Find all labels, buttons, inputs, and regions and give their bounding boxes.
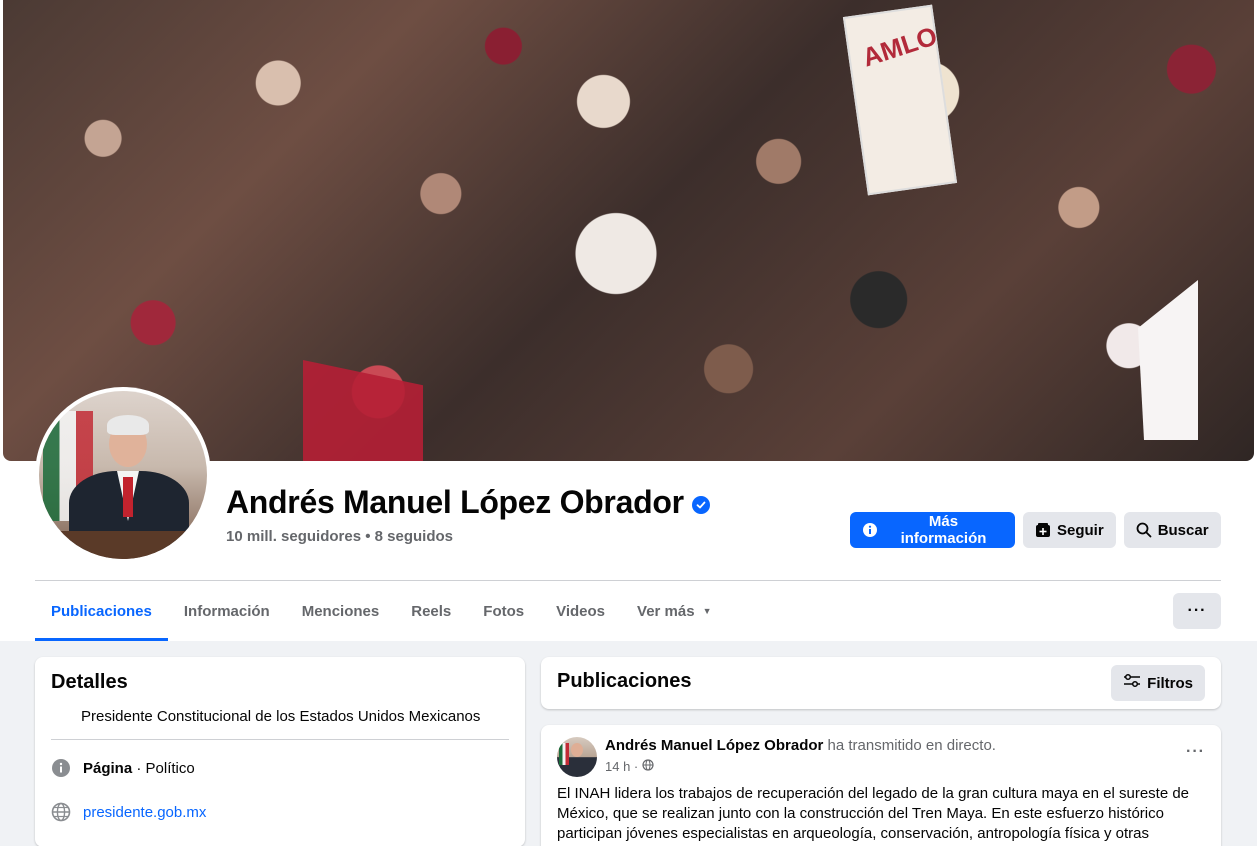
publications-header: Publicaciones Filtros xyxy=(541,657,1221,709)
page-category-row: Página · Político xyxy=(51,758,195,778)
page-label: Página xyxy=(83,759,133,777)
filters-button[interactable]: Filtros xyxy=(1111,665,1205,701)
post-action: ha transmitido en directo. xyxy=(823,737,996,754)
avatar-hair xyxy=(107,415,149,435)
details-description: Presidente Constitucional de los Estados… xyxy=(81,708,481,725)
page-category: · Político xyxy=(132,759,195,777)
details-divider xyxy=(51,739,509,740)
profile-name-row: Andrés Manuel López Obrador xyxy=(226,484,710,521)
verified-badge-icon[interactable] xyxy=(691,495,710,514)
avatar-head xyxy=(571,743,583,757)
tab-label: Información xyxy=(183,602,270,620)
website-row: presidente.gob.mx xyxy=(51,802,206,822)
post-time[interactable]: 14 h · xyxy=(605,759,638,774)
avatar-flag xyxy=(559,743,569,765)
tab-label: Publicaciones xyxy=(51,602,152,620)
tab-publicaciones[interactable]: Publicaciones xyxy=(35,581,168,641)
filter-icon xyxy=(1123,673,1141,693)
cover-sign: AMLO xyxy=(842,4,958,196)
tab-ver-mas[interactable]: Ver más ▼ xyxy=(621,581,727,641)
publications-title: Publicaciones xyxy=(557,670,692,692)
tab-menciones[interactable]: Menciones xyxy=(286,581,396,641)
tab-informacion[interactable]: Información xyxy=(168,581,286,641)
chevron-down-icon: ▼ xyxy=(702,606,712,616)
tab-reels[interactable]: Reels xyxy=(395,581,467,641)
post-text: El INAH lidera los trabajos de recuperac… xyxy=(557,785,1190,842)
website-link[interactable]: presidente.gob.mx xyxy=(83,804,206,821)
cover-flag xyxy=(1138,280,1198,440)
post-more-options-button[interactable]: ··· xyxy=(1186,743,1205,761)
more-options-button[interactable]: ··· xyxy=(1173,593,1221,629)
more-info-label: Más información xyxy=(900,513,987,547)
info-icon xyxy=(862,522,878,538)
cover-sign-text: AMLO xyxy=(858,20,941,73)
tab-videos[interactable]: Videos xyxy=(540,581,621,641)
tab-label: Fotos xyxy=(483,602,525,620)
filters-label: Filtros xyxy=(1147,674,1193,692)
cover-photo[interactable]: AMLO xyxy=(3,0,1254,461)
tab-label: Reels xyxy=(411,602,452,620)
followers-count[interactable]: 10 mill. seguidores • 8 seguidos xyxy=(226,528,453,545)
profile-header: AMLO Andrés Manuel López Obrador 10 mill… xyxy=(0,0,1257,641)
post-author-avatar[interactable] xyxy=(557,737,597,777)
post-author-line: Andrés Manuel López Obrador ha transmiti… xyxy=(605,737,996,754)
tab-label: Menciones xyxy=(301,602,380,620)
profile-tabs: Publicaciones Información Menciones Reel… xyxy=(35,581,728,641)
follow-button[interactable]: Seguir xyxy=(1023,512,1116,548)
post-author-name[interactable]: Andrés Manuel López Obrador xyxy=(605,737,823,754)
follow-label: Seguir xyxy=(1057,521,1104,539)
search-icon xyxy=(1136,522,1152,538)
profile-picture xyxy=(39,391,207,559)
more-info-button[interactable]: Más información xyxy=(850,512,1015,548)
tab-label: Ver más xyxy=(637,602,695,620)
follow-icon xyxy=(1035,522,1051,538)
profile-avatar[interactable] xyxy=(35,387,211,563)
search-button[interactable]: Buscar xyxy=(1123,512,1221,548)
avatar-tie xyxy=(123,477,133,517)
tab-fotos[interactable]: Fotos xyxy=(467,581,540,641)
details-card: Detalles Presidente Constitucional de lo… xyxy=(35,657,525,846)
globe-icon xyxy=(642,759,654,774)
post-meta: 14 h · xyxy=(605,759,654,774)
post-card: Andrés Manuel López Obrador ha transmiti… xyxy=(541,725,1221,846)
profile-actions: Más información Seguir Buscar xyxy=(850,512,1221,548)
avatar-desk xyxy=(39,531,207,559)
details-title: Detalles xyxy=(51,671,128,693)
cover-banner xyxy=(303,360,423,461)
info-circle-icon xyxy=(51,758,71,778)
globe-icon xyxy=(51,802,71,822)
tab-label: Videos xyxy=(556,602,606,620)
profile-name: Andrés Manuel López Obrador xyxy=(226,484,684,520)
search-label: Buscar xyxy=(1157,521,1209,539)
